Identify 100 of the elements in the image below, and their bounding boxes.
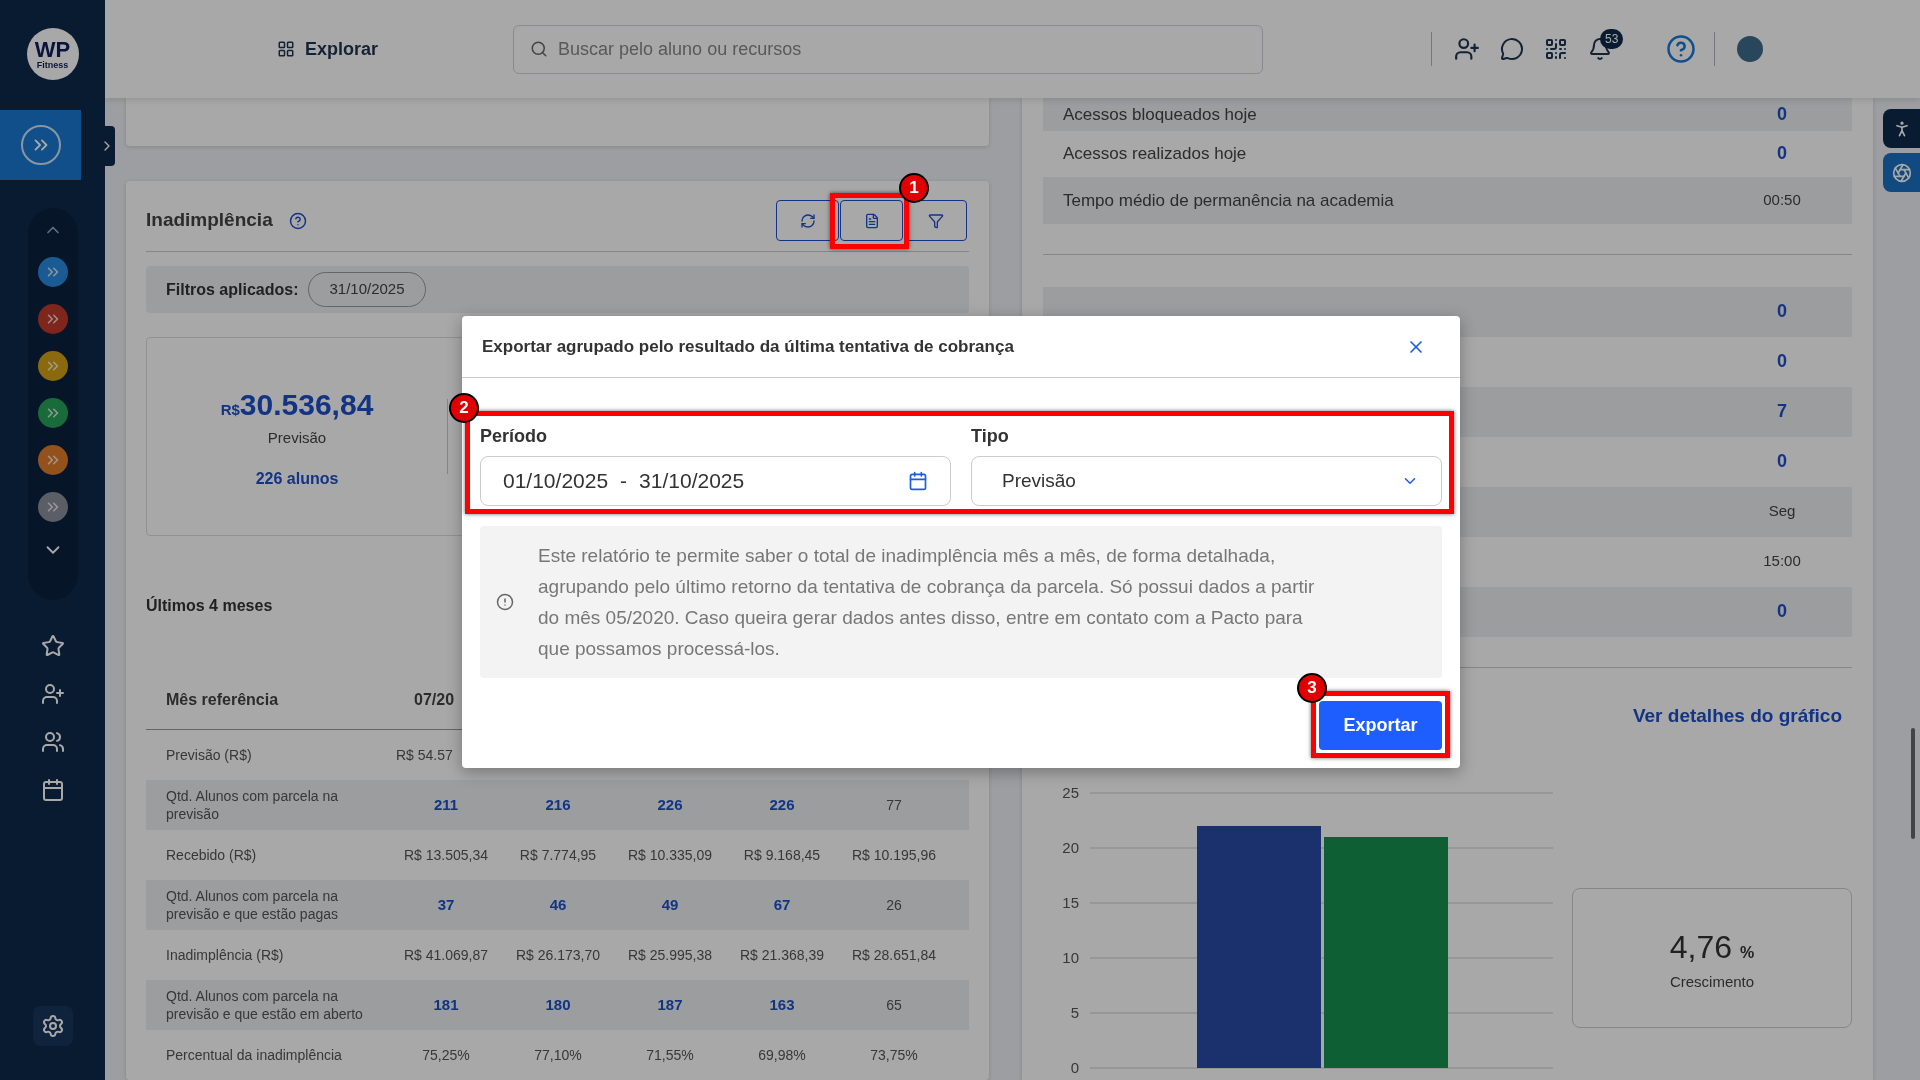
table-cell-text: R$ 10.195,96	[850, 845, 938, 865]
module-icon[interactable]	[37, 398, 68, 428]
grid-icon	[277, 40, 295, 58]
table-cell-text: 77	[885, 795, 903, 815]
count-link[interactable]: 181	[390, 993, 502, 1017]
table-cell-text: R$ 26.173,70	[514, 945, 602, 965]
end-date: 31/10/2025	[639, 468, 745, 495]
axis-tick-label: 15	[1062, 894, 1079, 911]
chart-details-link[interactable]: Ver detalhes do gráfico	[1632, 701, 1842, 730]
help-icon[interactable]	[1666, 34, 1697, 64]
count-link[interactable]: 180	[502, 993, 614, 1017]
axis-tick-label: 0	[1070, 1059, 1079, 1076]
axis-tick-label: 10	[1062, 949, 1079, 966]
table-cell-text: 26	[885, 895, 903, 915]
module-icon[interactable]	[37, 304, 68, 334]
stat-value: 7	[1776, 400, 1788, 423]
table-cell-text: 69,98%	[757, 1045, 807, 1065]
count-link[interactable]: 37	[390, 893, 502, 917]
user-plus-icon[interactable]	[40, 682, 65, 706]
search-input[interactable]: Buscar pelo aluno ou recursos	[558, 35, 1247, 63]
explore-button[interactable]: Explorar	[277, 35, 379, 63]
calendar-icon[interactable]	[908, 471, 928, 491]
count-link[interactable]: 46	[502, 893, 614, 917]
row-label: Percentual da inadimplência	[165, 1046, 343, 1064]
count-link[interactable]: 187	[614, 993, 726, 1017]
table-cell-text: R$ 21.368,39	[738, 945, 826, 965]
count-link[interactable]: 226	[726, 793, 838, 817]
info-text: Este relatório te permite saber o total de inadimplência mês a mês, de forma detalhada, agrupando pelo último retorno da tentativa de cobrança da parcela. Só possui dados a partir do mês 05/2020. Caso queira gerar dados antes disso, entre em contato com a Pacto para que possamos processá-los.	[538, 544, 1316, 661]
axis-tick-label: 25	[1062, 784, 1079, 801]
row-label: Qtd. Alunos com parcela na previsão e que estão pagas	[165, 887, 339, 923]
step-badge: 1	[899, 173, 929, 203]
calendar-icon[interactable]	[40, 778, 65, 802]
stat-value: 0	[1776, 350, 1788, 373]
type-select[interactable]: Previsão	[971, 456, 1442, 506]
qr-code-icon[interactable]	[1544, 37, 1569, 61]
logo-text: WP	[34, 38, 71, 61]
table-cell-text: R$ 7.774,95	[518, 845, 598, 865]
row-label: Recebido (R$)	[165, 846, 258, 864]
aperture-icon	[1891, 162, 1912, 183]
stat-value: 15:00	[1762, 551, 1802, 572]
scrollbar-thumb[interactable]	[1911, 728, 1915, 839]
stat-value: 0	[1776, 600, 1788, 623]
column-header: Mês referência	[165, 689, 280, 710]
table-cell-text: 73,75%	[869, 1045, 919, 1065]
count-link[interactable]: 211	[390, 793, 502, 817]
stat-value: 00:50	[1762, 190, 1802, 210]
column-header: 07/20	[413, 689, 455, 710]
card-title: Inadimplência	[146, 208, 273, 233]
module-icon[interactable]	[37, 492, 68, 522]
range-separator: -	[620, 468, 628, 495]
settings-button[interactable]	[32, 1006, 73, 1046]
count-link[interactable]: 49	[614, 893, 726, 917]
module-icon[interactable]	[37, 257, 68, 287]
count-link[interactable]: 163	[726, 993, 838, 1017]
module-icon[interactable]	[37, 351, 68, 381]
info-icon	[496, 593, 514, 611]
table-cell-text: R$ 9.168,45	[742, 845, 822, 865]
table-cell-text: R$ 28.651,84	[850, 945, 938, 965]
table-cell-text: R$ 10.335,09	[626, 845, 714, 865]
logo[interactable]: WP Fitness	[26, 28, 79, 80]
search-field[interactable]: Buscar pelo aluno ou recursos	[513, 24, 1264, 74]
count-link[interactable]: 226	[614, 793, 726, 817]
stat-value: 0	[1776, 300, 1788, 323]
refresh-icon	[799, 212, 816, 229]
assistant-button[interactable]	[1883, 153, 1920, 192]
table-cell-text: 65	[885, 995, 903, 1015]
row-label: Qtd. Alunos com parcela na previsão e que estão em aberto	[165, 987, 364, 1023]
refresh-button[interactable]	[776, 200, 839, 241]
kpi-label: Previsão	[267, 427, 327, 448]
students-link[interactable]: 226 alunos	[255, 467, 339, 492]
step-badge: 3	[1297, 673, 1327, 703]
axis-tick-label: 5	[1070, 1004, 1079, 1021]
table-cell-text: 77,10%	[533, 1045, 583, 1065]
avatar[interactable]	[1737, 36, 1764, 62]
users-icon[interactable]	[40, 730, 65, 754]
table-cell-text: R$ 41.069,87	[402, 945, 490, 965]
period-label: Período	[480, 425, 548, 448]
count-link[interactable]: 67	[726, 893, 838, 917]
chat-icon[interactable]	[1500, 37, 1525, 61]
row-label: Previsão (R$)	[165, 746, 253, 764]
step-badge: 2	[449, 393, 479, 423]
count-link[interactable]: 216	[502, 793, 614, 817]
export-button[interactable]	[840, 200, 903, 241]
module-icon	[20, 125, 61, 165]
active-module-item[interactable]	[0, 110, 81, 180]
export-confirm-button[interactable]: Exportar	[1319, 701, 1442, 750]
stat-value: 0	[1776, 450, 1788, 473]
star-icon[interactable]	[40, 634, 65, 658]
filters-label: Filtros aplicados:	[166, 279, 299, 300]
accessibility-button[interactable]	[1883, 109, 1920, 148]
stat-label: Acessos bloqueados hoje	[1063, 103, 1257, 126]
stat-value: 0	[1776, 142, 1788, 166]
document-icon	[863, 212, 880, 229]
date-range-field[interactable]: 01/10/2025 - 31/10/2025	[480, 456, 951, 506]
help-icon[interactable]	[288, 211, 307, 230]
user-plus-icon[interactable]	[1454, 36, 1481, 62]
module-icon[interactable]	[37, 445, 68, 475]
logo-subtext: Fitness	[36, 60, 69, 70]
table-cell-text: 71,55%	[645, 1045, 695, 1065]
row-label: Qtd. Alunos com parcela na previsão	[165, 787, 339, 823]
